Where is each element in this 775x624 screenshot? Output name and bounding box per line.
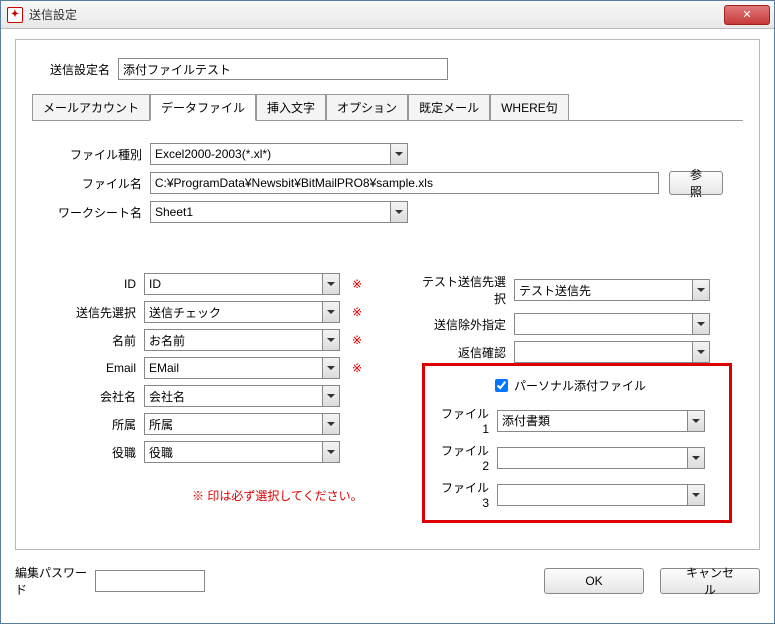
chevron-down-icon[interactable] [390,144,407,164]
tab-where-clause[interactable]: WHERE句 [490,94,569,120]
file3-label: ファイル3 [435,479,497,510]
chevron-down-icon[interactable] [322,386,339,406]
testdest-input[interactable] [514,279,710,301]
email-input[interactable] [144,357,340,379]
chevron-down-icon[interactable] [687,448,704,468]
sendsel-label: 送信先選択 [52,304,144,321]
file-type-label: ファイル種別 [52,146,150,163]
chevron-down-icon[interactable] [692,342,709,362]
tab-insert-text[interactable]: 挿入文字 [256,94,326,120]
email-combo[interactable] [144,357,340,379]
testdest-label: テスト送信先選択 [422,273,514,307]
right-column: テスト送信先選択 送信除外指定 [422,273,732,523]
exclude-label: 送信除外指定 [422,316,514,333]
affiliation-combo[interactable] [144,413,340,435]
tab-bar: メールアカウント データファイル 挿入文字 オプション 既定メール WHERE句 [32,94,743,121]
tab-option[interactable]: オプション [326,94,408,120]
sendsel-input[interactable] [144,301,340,323]
chevron-down-icon[interactable] [322,442,339,462]
title-input[interactable] [144,441,340,463]
company-input[interactable] [144,385,340,407]
file2-label: ファイル2 [435,442,497,473]
titlebar: ✦ 送信設定 ✕ [1,1,774,29]
company-combo[interactable] [144,385,340,407]
personal-attach-group: パーソナル添付ファイル ファイル1 ファイル2 [422,363,732,523]
name-label: 名前 [52,332,144,349]
file-name-label: ファイル名 [52,175,150,192]
tab-mail-account[interactable]: メールアカウント [32,94,150,120]
replyconfirm-combo[interactable] [514,341,710,363]
chevron-down-icon[interactable] [390,202,407,222]
chevron-down-icon[interactable] [687,485,704,505]
title-label: 役職 [52,444,144,461]
button-bar: 編集パスワード OK キャンセル [15,564,760,598]
email-label: Email [52,361,144,375]
file3-combo[interactable] [497,484,705,506]
name-input[interactable] [144,329,340,351]
edit-password-label: 編集パスワード [15,564,95,598]
close-icon: ✕ [742,8,751,21]
file2-combo[interactable] [497,447,705,469]
tab-default-mail[interactable]: 既定メール [408,94,490,120]
main-panel: 送信設定名 メールアカウント データファイル 挿入文字 オプション 既定メール … [15,39,760,550]
id-label: ID [52,277,144,291]
exclude-input[interactable] [514,313,710,335]
file2-input[interactable] [497,447,705,469]
chevron-down-icon[interactable] [322,358,339,378]
affiliation-label: 所属 [52,416,144,433]
name-combo[interactable] [144,329,340,351]
file1-combo[interactable] [497,410,705,432]
id-combo[interactable] [144,273,340,295]
testdest-combo[interactable] [514,279,710,301]
worksheet-label: ワークシート名 [52,204,150,221]
window-title: 送信設定 [29,6,724,23]
setting-name-input[interactable] [118,58,448,80]
content: 送信設定名 メールアカウント データファイル 挿入文字 オプション 既定メール … [1,29,774,608]
required-mark: ※ [352,305,366,319]
file-name-input[interactable] [150,172,659,194]
chevron-down-icon[interactable] [322,414,339,434]
required-mark: ※ [352,361,366,375]
file1-label: ファイル1 [435,405,497,436]
file3-input[interactable] [497,484,705,506]
file1-input[interactable] [497,410,705,432]
required-note: ※ 印は必ず選択してください。 [192,487,392,504]
exclude-combo[interactable] [514,313,710,335]
cancel-button[interactable]: キャンセル [660,568,760,594]
chevron-down-icon[interactable] [322,274,339,294]
window: ✦ 送信設定 ✕ 送信設定名 メールアカウント データファイル 挿入文字 オプシ… [0,0,775,624]
required-mark: ※ [352,333,366,347]
id-input[interactable] [144,273,340,295]
company-label: 会社名 [52,388,144,405]
chevron-down-icon[interactable] [687,411,704,431]
personal-attach-label: パーソナル添付ファイル [514,377,646,394]
chevron-down-icon[interactable] [322,302,339,322]
sendsel-combo[interactable] [144,301,340,323]
affiliation-input[interactable] [144,413,340,435]
chevron-down-icon[interactable] [692,280,709,300]
close-button[interactable]: ✕ [724,5,770,25]
worksheet-input[interactable] [150,201,408,223]
required-mark: ※ [352,277,366,291]
setting-name-label: 送信設定名 [32,61,118,78]
tab-content-data-file: ファイル種別 ファイル名 参照 ワークシート名 [32,121,743,533]
worksheet-combo[interactable] [150,201,408,223]
browse-button[interactable]: 参照 [669,171,723,195]
chevron-down-icon[interactable] [692,314,709,334]
app-icon: ✦ [7,7,23,23]
ok-button[interactable]: OK [544,568,644,594]
replyconfirm-input[interactable] [514,341,710,363]
replyconfirm-label: 返信確認 [422,344,514,361]
chevron-down-icon[interactable] [322,330,339,350]
file-type-combo[interactable] [150,143,408,165]
tab-data-file[interactable]: データファイル [150,94,256,121]
personal-attach-checkbox[interactable] [495,379,508,392]
title-combo[interactable] [144,441,340,463]
edit-password-input[interactable] [95,570,205,592]
left-column: ID ※ 送信先選択 [52,273,392,523]
file-type-input[interactable] [150,143,408,165]
